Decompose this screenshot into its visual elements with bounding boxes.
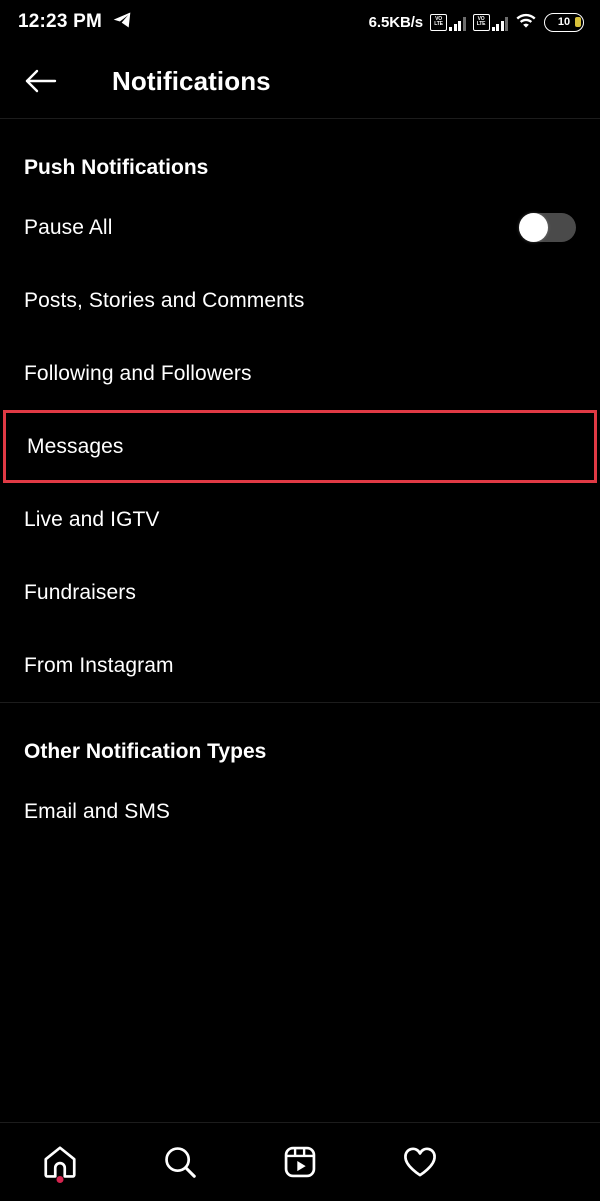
toggle-knob xyxy=(519,213,548,242)
row-label-pause-all: Pause All xyxy=(24,215,113,239)
home-notification-badge xyxy=(56,1175,64,1183)
nav-item-home[interactable] xyxy=(0,1123,120,1201)
push-notifications-section: Push Notifications Pause All Posts, Stor… xyxy=(0,119,600,702)
section-title-other: Other Notification Types xyxy=(24,740,267,763)
volte-icon-sim1: VO LTE xyxy=(430,13,447,31)
search-icon xyxy=(165,1146,196,1178)
battery-level: 10 xyxy=(557,15,571,28)
pause-all-toggle[interactable] xyxy=(519,213,576,242)
paper-plane-icon xyxy=(112,10,132,35)
app-header: Notifications xyxy=(0,44,600,118)
nav-item-activity[interactable] xyxy=(360,1123,480,1201)
status-bar-right: 6.5KB/s VO LTE VO LTE 10 xyxy=(369,11,584,34)
volte-icon-sim2: VO LTE xyxy=(472,13,490,31)
battery-fill xyxy=(574,17,581,27)
signal-bars-sim2 xyxy=(491,16,508,31)
row-label-live-and-igtv: Live and IGTV xyxy=(24,507,160,531)
nav-item-reels[interactable] xyxy=(240,1123,360,1201)
row-label-email-and-sms: Email and SMS xyxy=(24,799,171,823)
status-time: 12:23 PM xyxy=(18,11,102,32)
sim2-signal-group: VO LTE xyxy=(472,13,508,31)
row-email-and-sms[interactable]: Email and SMS xyxy=(0,775,600,848)
row-fundraisers[interactable]: Fundraisers xyxy=(0,556,600,629)
row-live-and-igtv[interactable]: Live and IGTV xyxy=(0,483,600,556)
row-messages[interactable]: Messages xyxy=(3,410,597,483)
arrow-left-icon xyxy=(25,69,57,93)
heart-icon xyxy=(404,1146,436,1176)
row-pause-all[interactable]: Pause All xyxy=(0,191,600,264)
row-following-and-followers[interactable]: Following and Followers xyxy=(0,337,600,410)
network-speed: 6.5KB/s xyxy=(368,13,423,31)
row-posts-stories-comments[interactable]: Posts, Stories and Comments xyxy=(0,264,600,337)
row-from-instagram[interactable]: From Instagram xyxy=(0,629,600,702)
row-label-fundraisers: Fundraisers xyxy=(24,580,136,604)
section-title-push: Push Notifications xyxy=(24,156,209,179)
other-notification-types-section: Other Notification Types Email and SMS xyxy=(0,703,600,848)
signal-bars-sim1 xyxy=(449,16,466,31)
volte-bottom-sim1: LTE xyxy=(434,21,443,27)
nav-item-search[interactable] xyxy=(120,1123,240,1201)
back-button[interactable] xyxy=(24,59,68,103)
bottom-navigation-bar xyxy=(0,1122,600,1200)
row-label-from-instagram: From Instagram xyxy=(24,653,174,677)
status-bar-left: 12:23 PM xyxy=(18,10,132,35)
sim1-signal-group: VO LTE xyxy=(430,13,466,31)
row-label-messages: Messages xyxy=(27,434,124,458)
status-bar: 12:23 PM 6.5KB/s VO LTE VO LTE 10 xyxy=(0,0,600,44)
row-label-following-and-followers: Following and Followers xyxy=(24,361,252,385)
reels-icon xyxy=(284,1146,316,1177)
volte-bottom-sim2: LTE xyxy=(476,21,486,27)
battery-indicator: 10 xyxy=(544,12,584,32)
wifi-icon xyxy=(515,11,537,34)
page-title: Notifications xyxy=(112,65,271,96)
row-label-posts-stories-comments: Posts, Stories and Comments xyxy=(24,288,305,312)
